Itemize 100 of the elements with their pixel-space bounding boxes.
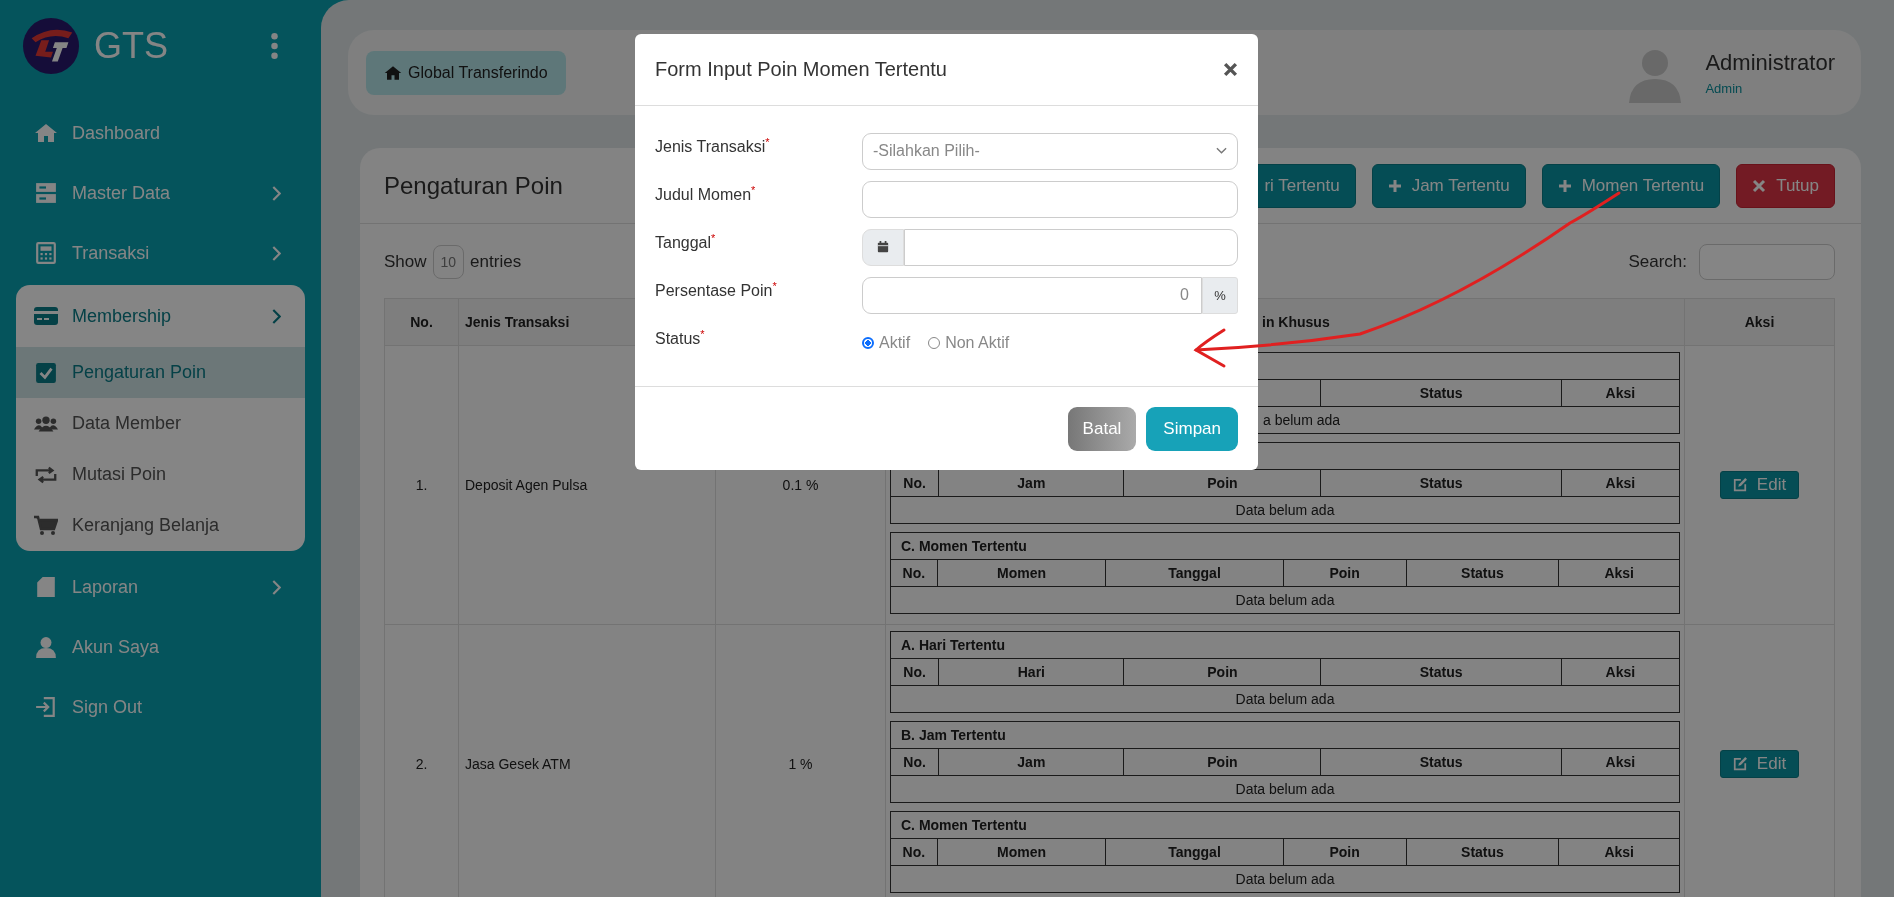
empty-message: Data belum ada (1235, 781, 1335, 797)
percent-addon: % (1202, 276, 1238, 314)
breadcrumb-button[interactable]: Global Transferindo (366, 50, 566, 95)
field-label: Jenis Transaksi$^{*}$ (655, 135, 771, 157)
input-field[interactable]: 0 (862, 276, 1202, 314)
nested-column-header: No. (902, 565, 926, 581)
nested-column-header: Status (1419, 754, 1463, 770)
nested-column-header: Status (1419, 664, 1463, 680)
sidebar-subitem[interactable]: Mutasi Poin (16, 449, 305, 500)
sign-in-icon (34, 696, 58, 718)
empty-message: Data belum ada (1235, 871, 1335, 887)
sidebar-item[interactable]: Transaksi (0, 223, 321, 283)
nested-column-header: Poin (1207, 754, 1238, 770)
sidebar-item[interactable]: Laporan (0, 557, 321, 617)
calculator-icon (34, 242, 58, 264)
sidebar-item[interactable]: Membership (16, 285, 305, 347)
kebab-menu-icon[interactable] (271, 33, 278, 59)
page-title: Pengaturan Poin (384, 171, 563, 200)
nested-column-header: Poin (1207, 664, 1238, 680)
nested-column-header: Poin (1329, 844, 1360, 860)
modal-title: Form Input Poin Momen Tertentu (655, 58, 947, 81)
field-label: Persentase Poin$^{*}$ (655, 279, 778, 301)
nested-column-header: Jam (1017, 475, 1046, 491)
nested-column-header: Momen (997, 844, 1046, 860)
sidebar-subitem[interactable]: Pengaturan Poin (16, 347, 305, 398)
logo-icon (22, 17, 80, 75)
nested-column-header: Poin (1207, 475, 1238, 491)
home-icon (34, 122, 58, 144)
radio-option[interactable]: Non Aktif (928, 334, 1010, 352)
column-header: in Khusus (1262, 314, 1330, 330)
show-label: Show (384, 252, 427, 272)
section-title: B. Jam Tertentu (901, 727, 1006, 743)
date-field[interactable] (904, 228, 1238, 266)
nested-column-header: Status (1419, 475, 1463, 491)
checkbox-icon (34, 361, 58, 384)
nested-column-header: No. (902, 844, 926, 860)
user-name: Administrator (1705, 49, 1835, 76)
empty-message: Data belum ada (1235, 502, 1335, 518)
page-size-select[interactable]: 10 (432, 245, 465, 279)
nested-column-header: Status (1419, 385, 1463, 401)
file-icon (34, 576, 58, 598)
field-label: Status$^{*}$ (655, 327, 706, 349)
edit-icon (1732, 478, 1747, 492)
table-cell: 1. (415, 477, 428, 493)
nested-column-header: Status (1461, 844, 1504, 860)
edit-button[interactable]: Edit (1719, 471, 1800, 499)
toolbar-button[interactable]: Jam Tertentu (1371, 163, 1526, 208)
nested-column-header: Poin (1329, 565, 1360, 581)
cart-icon (34, 514, 58, 537)
radio-option[interactable]: Aktif (862, 334, 911, 352)
field-label: Tanggal$^{*}$ (655, 231, 717, 253)
edit-icon (1732, 757, 1747, 771)
toolbar-button[interactable]: Tutup (1736, 163, 1835, 208)
nested-column-header: No. (903, 475, 926, 491)
nested-column-header: Aksi (1605, 664, 1636, 680)
field-label: Judul Momen$^{*}$ (655, 183, 757, 205)
toolbar-button[interactable]: Momen Tertentu (1541, 163, 1721, 208)
input-field[interactable] (862, 180, 1238, 218)
nested-column-header: Aksi (1605, 754, 1636, 770)
nested-column-header: Hari (1017, 664, 1045, 680)
nested-column-header: Jam (1017, 754, 1046, 770)
sidebar-item[interactable]: Akun Saya (0, 617, 321, 677)
server-icon (34, 182, 58, 204)
sidebar-item[interactable]: Master Data (0, 163, 321, 223)
calendar-addon[interactable] (862, 228, 904, 266)
empty-message: Data belum ada (1235, 592, 1335, 608)
chevron-down-icon (1216, 147, 1227, 155)
save-button[interactable]: Simpan (1146, 407, 1238, 451)
search-field[interactable] (1699, 244, 1835, 280)
nested-column-header: Aksi (1604, 565, 1634, 581)
cancel-button[interactable]: Batal (1067, 407, 1137, 451)
column-header: Aksi (1684, 298, 1835, 346)
sidebar-subitem[interactable]: Data Member (16, 398, 305, 449)
card-icon (34, 305, 58, 327)
table-cell: 1 % (788, 756, 813, 772)
nested-column-header: No. (903, 754, 926, 770)
empty-message: Data belum ada (1235, 691, 1335, 707)
calendar-icon (877, 241, 889, 253)
section-title: C. Momen Tertentu (901, 538, 1027, 554)
sidebar-item[interactable]: Sign Out (0, 677, 321, 737)
table-cell: Jasa Gesek ATM (465, 756, 571, 772)
empty-message: a belum ada (1263, 412, 1341, 428)
nested-column-header: Status (1461, 565, 1504, 581)
select-field[interactable]: -Silahkan Pilih- (862, 132, 1238, 170)
home-icon (384, 64, 402, 81)
close-icon (1752, 178, 1767, 193)
section-title: C. Momen Tertentu (901, 817, 1027, 833)
sidebar-subitem[interactable]: Keranjang Belanja (16, 500, 305, 551)
search-label: Search: (1628, 252, 1687, 272)
nested-column-header: Tanggal (1168, 844, 1221, 860)
user-role: Admin (1705, 80, 1744, 96)
close-icon[interactable] (1223, 62, 1238, 77)
nested-column-header: Aksi (1604, 844, 1634, 860)
entries-label: entries (470, 252, 522, 272)
sidebar-item[interactable]: Dashboard (0, 103, 321, 163)
table-cell: 2. (415, 756, 428, 772)
brand-name: GTS (94, 25, 168, 67)
nested-column-header: Aksi (1605, 475, 1636, 491)
user-icon (34, 636, 58, 658)
edit-button[interactable]: Edit (1719, 750, 1800, 778)
